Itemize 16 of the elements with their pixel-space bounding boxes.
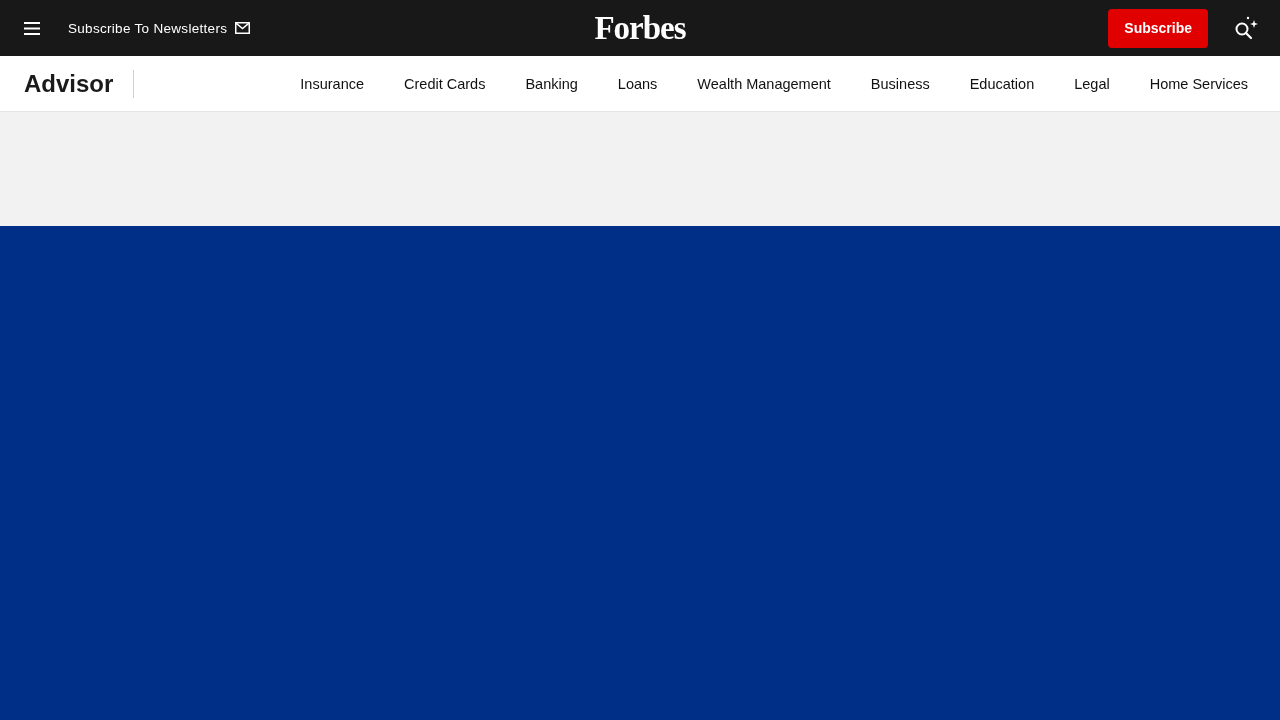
nav-link[interactable]: Wealth Management [697,75,831,92]
menu-icon [24,21,40,35]
nav-link[interactable]: Banking [525,75,578,92]
nav-link[interactable]: Loans [617,75,658,92]
subscribe-button[interactable]: Subscribe [1108,8,1208,48]
mail-icon [235,22,251,34]
nav-link[interactable]: Legal [1074,75,1110,92]
advisor-brand[interactable]: Advisor [24,69,114,98]
search-sparkle-icon [1234,16,1260,40]
site-logo[interactable]: Forbes [594,11,686,45]
nav-link[interactable]: Education [969,75,1035,92]
nav-link[interactable]: Business [870,75,930,92]
nav-link[interactable]: Insurance [300,75,364,92]
nav-link[interactable]: Home Services [1149,75,1248,92]
nav-link[interactable]: Credit Cards [404,75,486,92]
newsletter-link[interactable]: Subscribe To Newsletters [68,20,228,36]
